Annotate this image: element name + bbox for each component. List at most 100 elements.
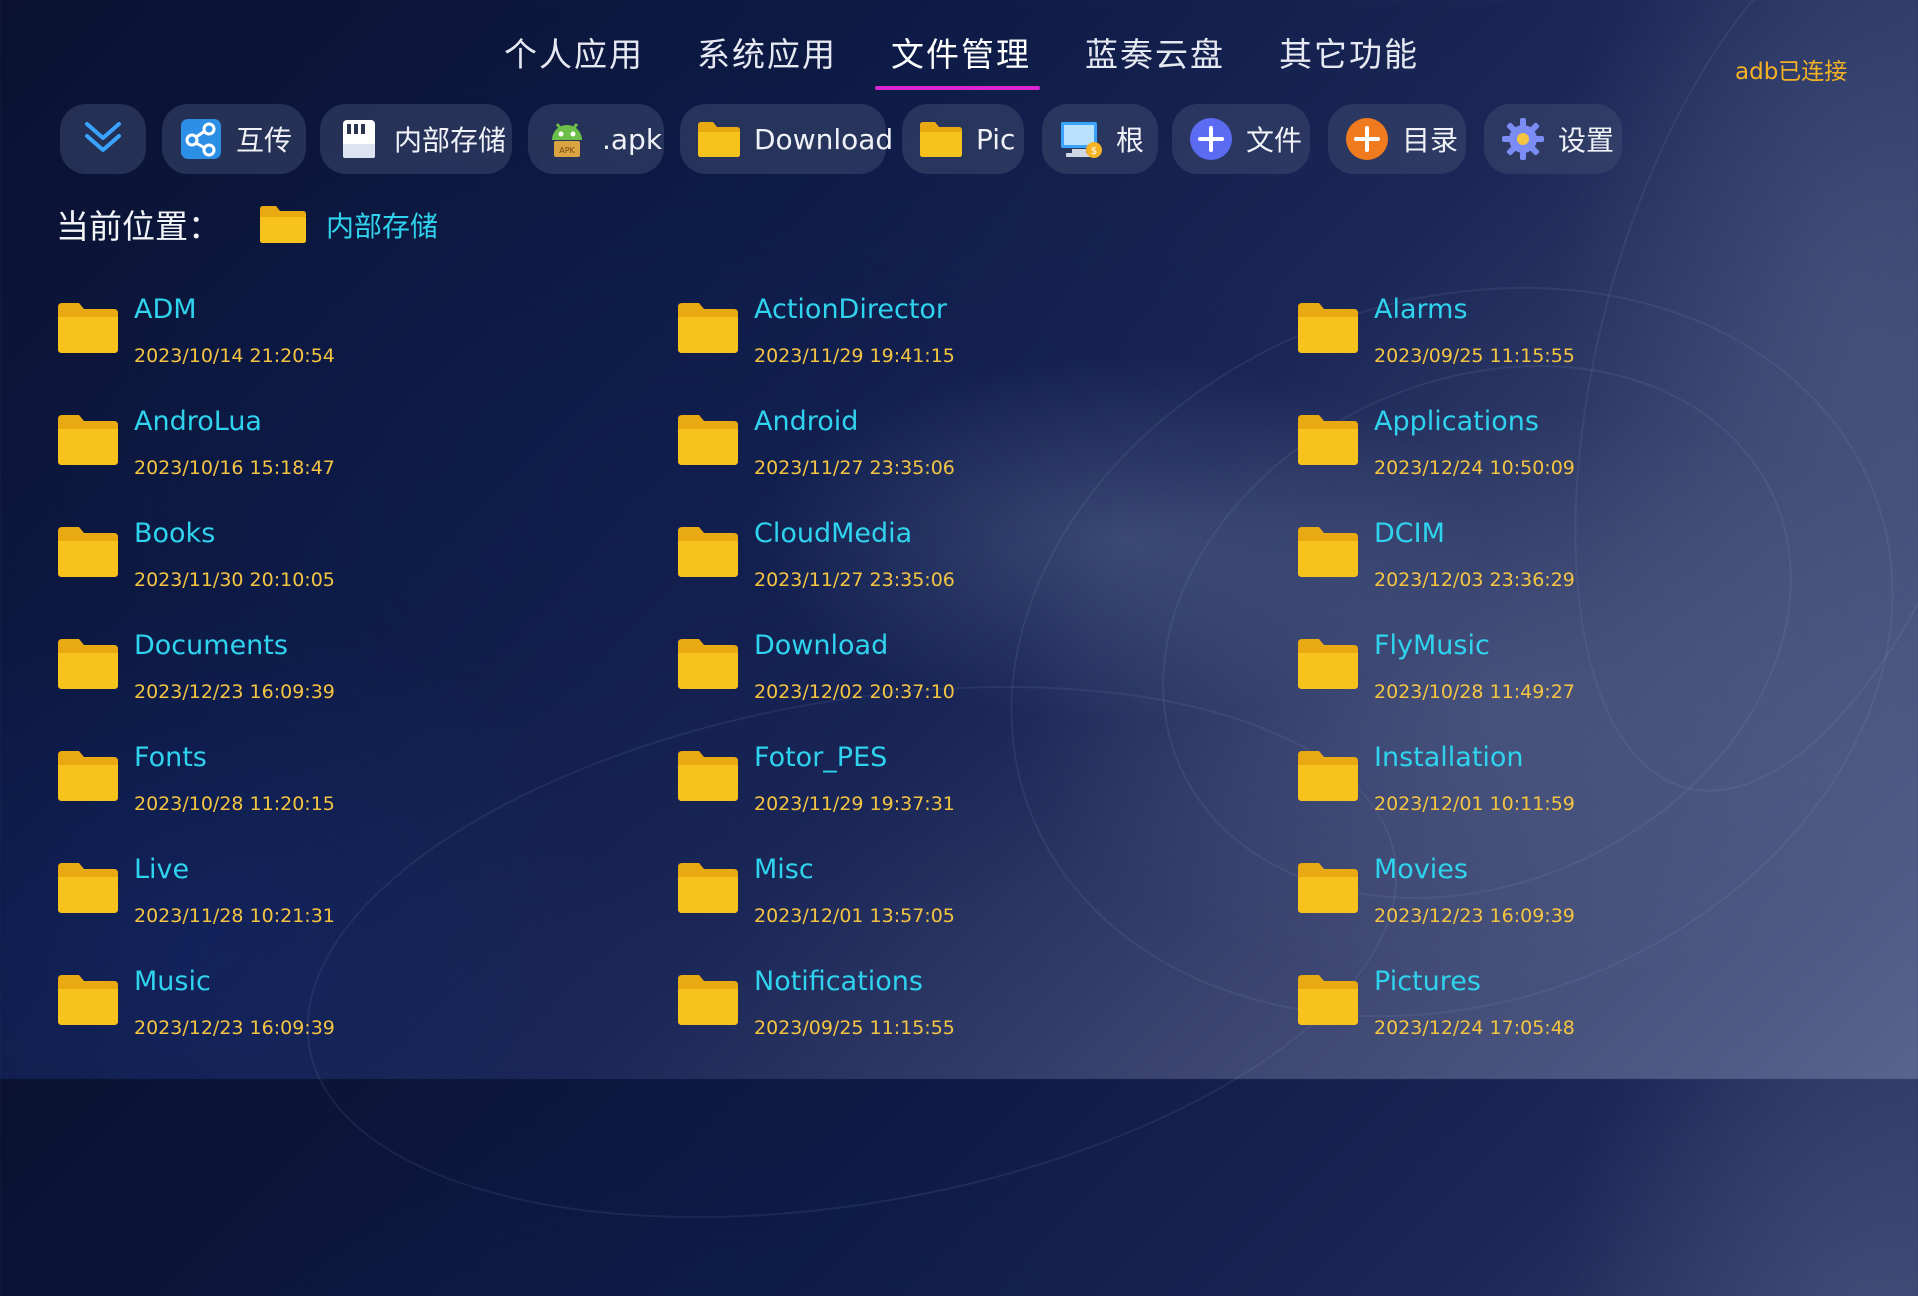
folder-modified-date: 2023/12/24 17:05:48 [1374, 1017, 1575, 1039]
new-file-button[interactable]: 文件 [1172, 104, 1310, 174]
adb-status-label: adb已连接 [1735, 59, 1848, 85]
folder-modified-date: 2023/12/24 10:50:09 [1374, 457, 1575, 479]
expand-button[interactable] [60, 104, 146, 174]
tab-system-apps[interactable]: 系统应用 [697, 28, 837, 76]
root-button[interactable]: $ 根 [1042, 104, 1158, 174]
new-directory-button[interactable]: 目录 [1328, 104, 1466, 174]
tab-other-features[interactable]: 其它功能 [1279, 28, 1419, 76]
breadcrumb-current-path[interactable]: 内部存储 [326, 205, 438, 245]
folder-item[interactable]: DCIM 2023/12/03 23:36:29 [1296, 514, 1856, 614]
download-shortcut-label: Download [754, 122, 894, 156]
settings-button[interactable]: 设置 [1484, 104, 1622, 174]
folder-item[interactable]: Fonts 2023/10/28 11:20:15 [56, 738, 616, 838]
folder-item[interactable]: Misc 2023/12/01 13:57:05 [676, 850, 1236, 950]
tab-file-manager[interactable]: 文件管理 [891, 28, 1031, 76]
folder-icon [676, 524, 740, 582]
storage-icon [336, 116, 382, 162]
svg-text:$: $ [1091, 146, 1097, 157]
folder-item[interactable]: Notifications 2023/09/25 11:15:55 [676, 962, 1236, 1062]
apk-button[interactable]: APK .apk [528, 104, 664, 174]
folder-item[interactable]: Alarms 2023/09/25 11:15:55 [1296, 290, 1856, 390]
plus-icon [1188, 116, 1234, 162]
new-file-label: 文件 [1246, 124, 1303, 157]
top-tab-bar: 个人应用 系统应用 文件管理 蓝奏云盘 其它功能 adb已连接 [0, 0, 1918, 96]
folder-modified-date: 2023/12/01 13:57:05 [754, 905, 955, 927]
toolbar: 互传 内部存储 APK .apk Download Pic $ 根 文件 目录 … [0, 104, 1918, 174]
folder-name: DCIM [1374, 518, 1445, 549]
folder-item[interactable]: Applications 2023/12/24 10:50:09 [1296, 402, 1856, 502]
transfer-label: 互传 [236, 124, 293, 157]
folder-item[interactable]: Movies 2023/12/23 16:09:39 [1296, 850, 1856, 950]
folder-item[interactable]: Android 2023/11/27 23:35:06 [676, 402, 1236, 502]
pic-shortcut-button[interactable]: Pic [902, 104, 1024, 174]
apk-label: .apk [602, 122, 663, 156]
folder-icon [56, 972, 120, 1030]
folder-item[interactable]: CloudMedia 2023/11/27 23:35:06 [676, 514, 1236, 614]
folder-modified-date: 2023/12/23 16:09:39 [1374, 905, 1575, 927]
folder-modified-date: 2023/10/28 11:20:15 [134, 793, 335, 815]
folder-item[interactable]: Live 2023/11/28 10:21:31 [56, 850, 616, 950]
active-tab-indicator [875, 86, 1040, 90]
tab-lanzou-cloud[interactable]: 蓝奏云盘 [1085, 28, 1225, 76]
current-location-label: 当前位置： [56, 207, 221, 246]
folder-icon [676, 972, 740, 1030]
download-shortcut-button[interactable]: Download [680, 104, 893, 174]
folder-icon [56, 300, 120, 358]
share-icon [178, 116, 224, 162]
folder-name: AndroLua [134, 406, 262, 437]
new-directory-label: 目录 [1402, 124, 1459, 157]
folder-modified-date: 2023/09/25 11:15:55 [1374, 345, 1575, 367]
internal-storage-label: 内部存储 [394, 124, 507, 157]
folder-item[interactable]: ActionDirector 2023/11/29 19:41:15 [676, 290, 1236, 390]
folder-item[interactable]: Pictures 2023/12/24 17:05:48 [1296, 962, 1856, 1062]
folder-icon [56, 412, 120, 470]
internal-storage-button[interactable]: 内部存储 [320, 104, 512, 174]
folder-item[interactable]: Documents 2023/12/23 16:09:39 [56, 626, 616, 726]
folder-item[interactable]: Installation 2023/12/01 10:11:59 [1296, 738, 1856, 838]
folder-name: Music [134, 966, 211, 997]
folder-modified-date: 2023/10/28 11:49:27 [1374, 681, 1575, 703]
folder-modified-date: 2023/11/28 10:21:31 [134, 905, 335, 927]
folder-modified-date: 2023/11/29 19:37:31 [754, 793, 955, 815]
tab-personal-apps[interactable]: 个人应用 [504, 28, 644, 76]
folder-modified-date: 2023/10/14 21:20:54 [134, 345, 335, 367]
folder-icon [1296, 636, 1360, 694]
settings-label: 设置 [1558, 124, 1615, 157]
folder-item[interactable]: Books 2023/11/30 20:10:05 [56, 514, 616, 614]
root-label: 根 [1116, 124, 1145, 157]
folder-modified-date: 2023/11/27 23:35:06 [754, 569, 955, 591]
folder-icon [696, 116, 742, 162]
folder-icon [56, 748, 120, 806]
folder-item[interactable]: ADM 2023/10/14 21:20:54 [56, 290, 616, 390]
folder-name: ActionDirector [754, 294, 948, 325]
folder-item[interactable]: AndroLua 2023/10/16 15:18:47 [56, 402, 616, 502]
folder-icon [1296, 860, 1360, 918]
folder-icon [676, 636, 740, 694]
folder-name: FlyMusic [1374, 630, 1490, 661]
folder-modified-date: 2023/11/29 19:41:15 [754, 345, 955, 367]
folder-name: Download [754, 630, 889, 661]
transfer-button[interactable]: 互传 [162, 104, 306, 174]
folder-item[interactable]: Music 2023/12/23 16:09:39 [56, 962, 616, 1062]
folder-item[interactable]: Fotor_PES 2023/11/29 19:37:31 [676, 738, 1236, 838]
folder-icon [1296, 972, 1360, 1030]
folder-name: Fonts [134, 742, 207, 773]
folder-name: Android [754, 406, 859, 437]
folder-modified-date: 2023/12/01 10:11:59 [1374, 793, 1575, 815]
folder-name: CloudMedia [754, 518, 913, 549]
folder-name: Misc [754, 854, 814, 885]
plus-icon [1344, 116, 1390, 162]
folder-icon [676, 860, 740, 918]
folder-name: Books [134, 518, 216, 549]
folder-modified-date: 2023/12/23 16:09:39 [134, 1017, 335, 1039]
folder-modified-date: 2023/11/30 20:10:05 [134, 569, 335, 591]
folder-item[interactable]: Download 2023/12/02 20:37:10 [676, 626, 1236, 726]
folder-name: Movies [1374, 854, 1468, 885]
folder-icon [56, 524, 120, 582]
folder-icon [918, 116, 964, 162]
folder-icon [676, 300, 740, 358]
folder-modified-date: 2023/12/03 23:36:29 [1374, 569, 1575, 591]
folder-item[interactable]: FlyMusic 2023/10/28 11:49:27 [1296, 626, 1856, 726]
folder-icon [56, 860, 120, 918]
folder-modified-date: 2023/12/23 16:09:39 [134, 681, 335, 703]
